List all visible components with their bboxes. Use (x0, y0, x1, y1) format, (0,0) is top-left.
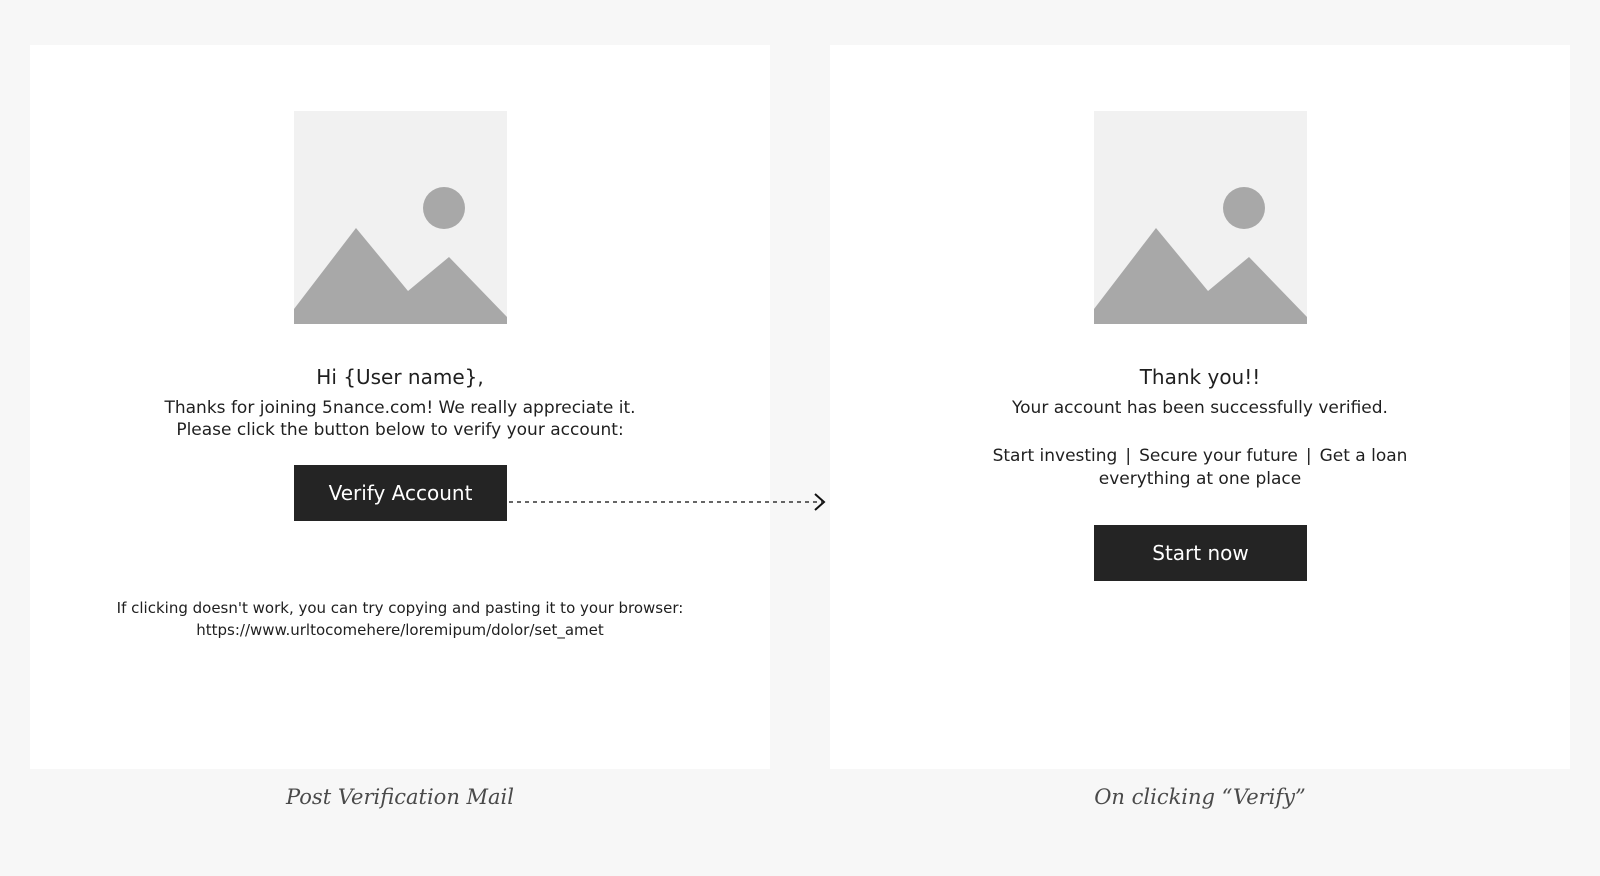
secure-future-text: Secure your future (1139, 446, 1298, 466)
benefits-subline: everything at one place (1098, 469, 1302, 489)
separator: | (1125, 446, 1132, 466)
thank-you-heading: Thank you!! (1139, 365, 1261, 389)
fallback-instruction-text: If clicking doesn't work, you can try co… (116, 599, 684, 617)
image-placeholder-icon (1094, 111, 1307, 324)
verified-message: Your account has been successfully verif… (1012, 398, 1388, 418)
start-investing-text: Start investing (992, 446, 1118, 466)
benefits-line: Start investing | Secure your future | Get a… (830, 446, 1570, 466)
welcome-text-line-1: Thanks for joining 5nance.com! We really… (164, 398, 636, 418)
welcome-text-line-2: Please click the button below to verify … (176, 420, 624, 440)
post-verification-caption: Post Verification Mail (286, 785, 514, 809)
verified-confirmation-panel: Thank you!! Your account has been succes… (830, 45, 1570, 769)
image-placeholder-icon (294, 111, 507, 324)
dashed-arrow-icon (509, 493, 826, 511)
greeting-heading: Hi {User name}, (316, 365, 484, 389)
verification-mail-panel: Hi {User name}, Thanks for joining 5nanc… (30, 45, 770, 769)
on-clicking-verify-caption: On clicking “Verify” (1094, 785, 1306, 809)
start-now-button[interactable]: Start now (1094, 525, 1307, 581)
separator: | (1305, 446, 1312, 466)
verify-account-button[interactable]: Verify Account (294, 465, 507, 521)
verification-url-link[interactable]: https://www.urltocomehere/loremipum/dolo… (30, 620, 770, 640)
get-loan-text: Get a loan (1319, 446, 1408, 466)
